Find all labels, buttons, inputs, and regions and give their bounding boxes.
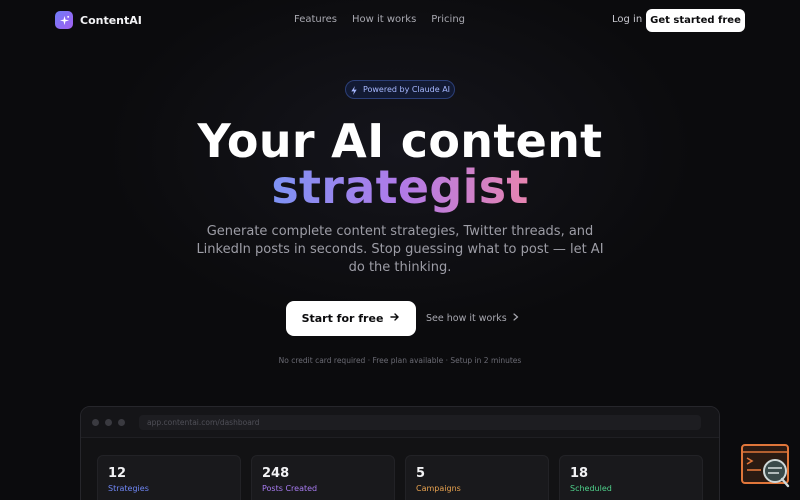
nav-link-pricing[interactable]: Pricing bbox=[431, 14, 465, 25]
login-link[interactable]: Log in bbox=[612, 14, 642, 25]
brand[interactable]: ContentAI bbox=[55, 11, 142, 29]
stat-value: 12 bbox=[108, 466, 127, 481]
window-dot bbox=[118, 419, 125, 426]
browser-bar: app.contentai.com/dashboard bbox=[81, 407, 719, 438]
badge-label: Powered by Claude AI bbox=[362, 85, 451, 94]
stat-label: Scheduled bbox=[570, 484, 612, 493]
nav-links: Features How it works Pricing bbox=[294, 14, 465, 25]
get-started-button[interactable]: Get started free bbox=[646, 9, 745, 32]
stat-card-strategies: 12 Strategies bbox=[97, 455, 241, 500]
stat-card-posts-created: 248 Posts Created bbox=[251, 455, 395, 500]
hero-title-highlight: strategist bbox=[271, 160, 529, 214]
brand-name: ContentAI bbox=[80, 13, 142, 27]
hero-subtitle: Generate complete content strategies, Tw… bbox=[196, 224, 604, 275]
window-dot bbox=[105, 419, 112, 426]
stat-label: Posts Created bbox=[262, 484, 318, 493]
powered-by-badge: Powered by Claude AI bbox=[345, 80, 455, 99]
browser-url: app.contentai.com/dashboard bbox=[139, 415, 701, 430]
stat-card-scheduled: 18 Scheduled bbox=[559, 455, 703, 500]
hero-title-line1: Your AI content bbox=[197, 114, 603, 168]
stat-label: Campaigns bbox=[416, 484, 461, 493]
lightning-icon bbox=[350, 80, 358, 99]
see-how-it-works-link[interactable]: See how it works bbox=[426, 313, 519, 324]
arrow-right-icon bbox=[390, 312, 400, 325]
landing-page: ContentAI Features How it works Pricing … bbox=[0, 0, 800, 500]
dashboard-preview: app.contentai.com/dashboard 12 Strategie… bbox=[80, 406, 720, 500]
chevron-right-icon bbox=[513, 313, 519, 324]
stat-value: 248 bbox=[262, 466, 290, 481]
start-for-free-button[interactable]: Start for free bbox=[286, 301, 416, 336]
nav-link-features[interactable]: Features bbox=[294, 14, 337, 25]
nav-link-how-it-works[interactable]: How it works bbox=[352, 14, 416, 25]
stat-label: Strategies bbox=[108, 484, 149, 493]
top-nav: ContentAI Features How it works Pricing … bbox=[0, 0, 800, 40]
see-how-label: See how it works bbox=[426, 313, 507, 324]
window-dot bbox=[92, 419, 99, 426]
stat-value: 5 bbox=[416, 466, 426, 481]
stat-card-campaigns: 5 Campaigns bbox=[405, 455, 549, 500]
hero-note: No credit card required · Free plan avai… bbox=[278, 356, 522, 365]
start-for-free-label: Start for free bbox=[301, 312, 384, 325]
stat-value: 18 bbox=[570, 466, 589, 481]
sparkle-logo-icon bbox=[55, 11, 73, 29]
hero-title-line2: strategist bbox=[0, 163, 800, 211]
help-widget-icon[interactable] bbox=[741, 444, 791, 488]
